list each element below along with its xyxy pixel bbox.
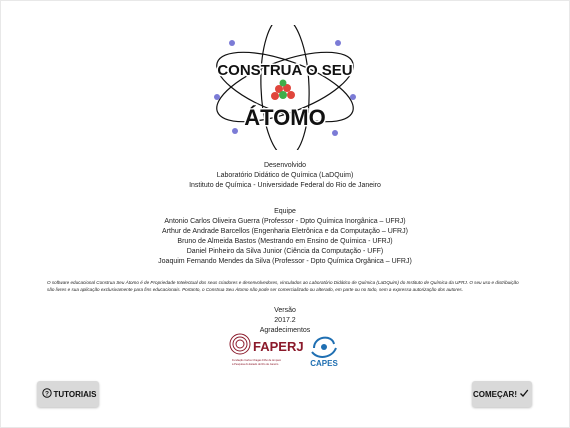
team-member: Joaquim Fernando Mendes da Silva (Profes… bbox=[158, 258, 412, 265]
electron bbox=[332, 130, 338, 136]
version-number: 2017.2 bbox=[274, 317, 296, 324]
tutorials-button[interactable]: ? TUTORIAIS bbox=[37, 381, 99, 407]
electron bbox=[232, 128, 238, 134]
faperj-subtitle-2: à Pesquisa do Estado do Rio de Janeiro bbox=[232, 362, 279, 366]
sponsor-logos: FAPERJ Fundação Carlos Chagas Filho de A… bbox=[228, 330, 346, 370]
capes-wordmark: CAPES bbox=[310, 359, 338, 368]
legal-notice: O software educacional Construa Seu Átom… bbox=[47, 280, 519, 293]
electron bbox=[229, 40, 235, 46]
atom-logo-graphic: CONSTRUA O SEU ÁTOMO bbox=[214, 25, 356, 150]
team-member: Daniel Pinheiro da Silva Junior (Ciência… bbox=[186, 248, 384, 255]
team-section: Equipe Antonio Carlos Oliveira Guerra (P… bbox=[0, 207, 570, 267]
electron bbox=[335, 40, 341, 46]
checkmark-icon bbox=[519, 388, 529, 400]
logo-title-line2: ÁTOMO bbox=[244, 105, 325, 130]
developed-line: Instituto de Química - Universidade Fede… bbox=[189, 182, 381, 189]
faperj-subtitle-1: Fundação Carlos Chagas Filho de Amparo bbox=[232, 358, 282, 362]
capes-logo: CAPES bbox=[310, 336, 338, 368]
team-member: Bruno de Almeida Bastos (Mestrando em En… bbox=[177, 238, 393, 245]
question-circle-icon: ? bbox=[41, 388, 52, 400]
team-heading: Equipe bbox=[274, 208, 296, 215]
nucleus bbox=[271, 79, 295, 100]
electron bbox=[214, 94, 220, 100]
developed-line: Laboratório Didático de Química (LaDQuim… bbox=[216, 172, 354, 179]
svg-text:?: ? bbox=[45, 390, 49, 397]
version-label: Versão bbox=[274, 307, 296, 314]
team-member: Antonio Carlos Oliveira Guerra (Professo… bbox=[164, 218, 406, 225]
developed-heading: Desenvolvido bbox=[263, 162, 307, 169]
faperj-wordmark: FAPERJ bbox=[253, 339, 304, 354]
faperj-logo: FAPERJ Fundação Carlos Chagas Filho de A… bbox=[229, 333, 304, 366]
developed-section: Desenvolvido Laboratório Didático de Quí… bbox=[0, 161, 570, 191]
start-button[interactable]: COMEÇAR! bbox=[472, 381, 532, 407]
start-button-label: COMEÇAR! bbox=[473, 389, 517, 399]
tutorials-button-label: TUTORIAIS bbox=[53, 389, 97, 399]
logo-title-line1: CONSTRUA O SEU bbox=[217, 62, 352, 79]
electron bbox=[350, 94, 356, 100]
team-member: Arthur de Andrade Barcellos (Engenharia … bbox=[162, 228, 408, 235]
app-logo: CONSTRUA O SEU ÁTOMO bbox=[205, 25, 365, 150]
